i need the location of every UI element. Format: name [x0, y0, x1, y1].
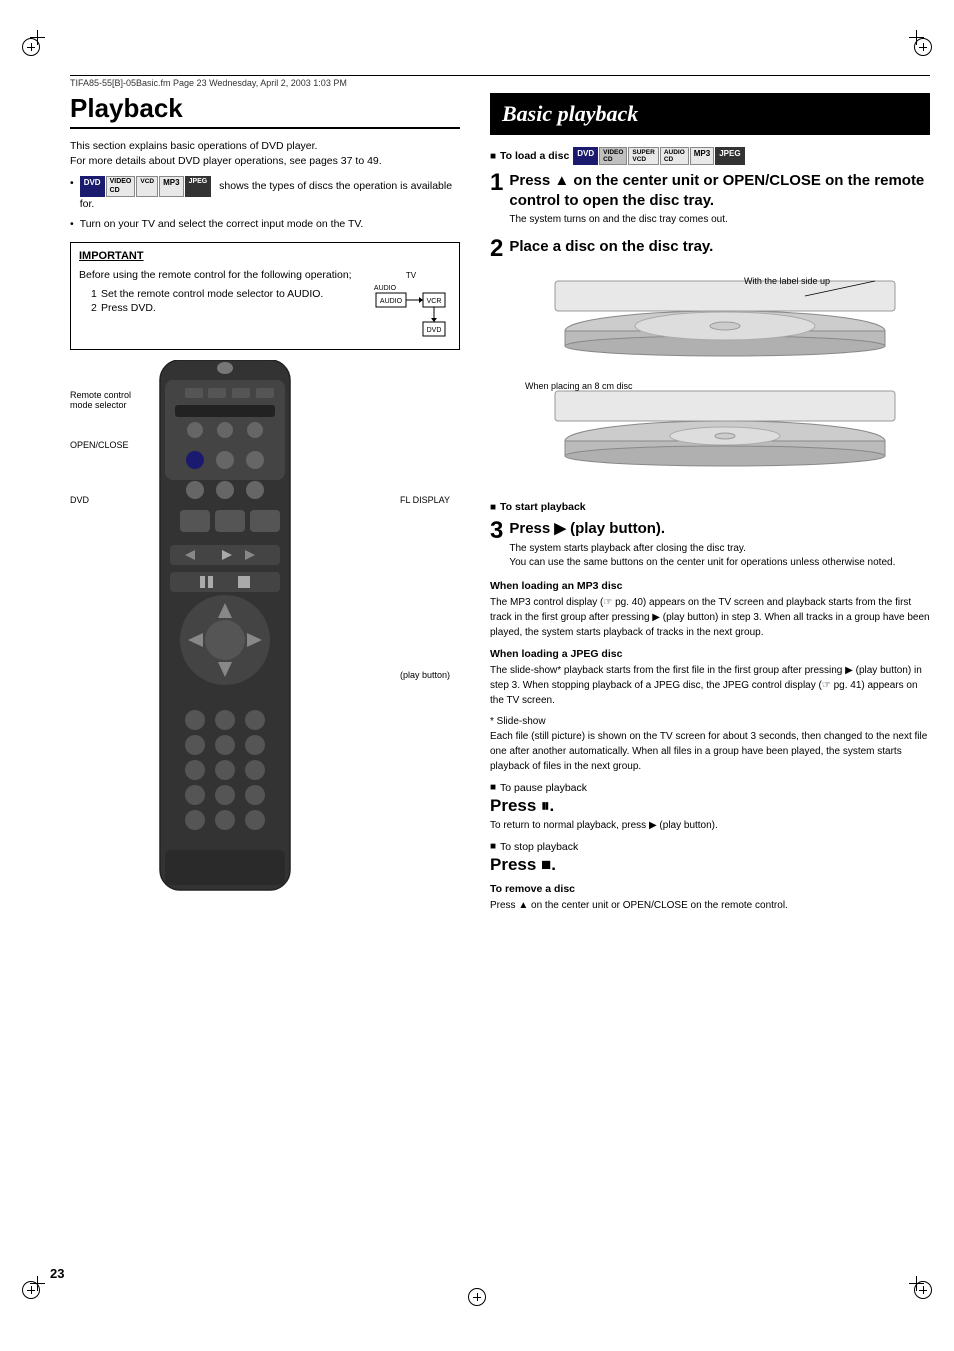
remove-section: To remove a disc Press ▲ on the center u…	[490, 883, 930, 913]
file-header: TIFA85-55[B]-05Basic.fm Page 23 Wednesda…	[70, 75, 930, 88]
important-diagram: TV AUDIO AUDIO VCR	[371, 268, 451, 343]
stop-bold: Press ■.	[490, 855, 930, 875]
step-2-title: Place a disc on the disc tray.	[509, 237, 930, 257]
remote-container: Remote controlmode selector OPEN/CLOSE D…	[70, 360, 460, 940]
disc-illustration: With the label side up	[490, 271, 930, 491]
reg-mark-bottom-center	[468, 1288, 486, 1306]
step-2-block: 2 Place a disc on the disc tray.	[490, 237, 930, 261]
label-fl-display: FL DISPLAY	[400, 495, 450, 505]
step-1-title: Press ▲ on the center unit or OPEN/CLOSE…	[509, 171, 930, 210]
step-1-content: Press ▲ on the center unit or OPEN/CLOSE…	[509, 171, 930, 227]
bullet-dot-2: •	[70, 217, 74, 232]
bullet-item-2: • Turn on your TV and select the correct…	[70, 217, 460, 232]
remove-header: To remove a disc	[490, 883, 930, 895]
load-disc-header: To load a disc DVD VIDEOCD SUPERVCD AUDI…	[490, 147, 930, 165]
badge-svcd-r: SUPERVCD	[628, 147, 658, 165]
label-mode-selector: Remote controlmode selector	[70, 390, 131, 410]
jpeg-text: The slide-show* playback starts from the…	[490, 663, 930, 708]
disc-badges-right: DVD VIDEOCD SUPERVCD AUDIOCD MP3 JPEG	[573, 147, 744, 165]
mp3-header: When loading an MP3 disc	[490, 580, 930, 592]
stop-header: To stop playback	[490, 841, 930, 853]
page-title: Playback	[70, 93, 460, 129]
label-play-button: (play button)	[400, 670, 450, 680]
reg-mark-tl	[22, 38, 40, 56]
intro-text-1: This section explains basic operations o…	[70, 139, 460, 168]
badge-dvd-r: DVD	[573, 147, 598, 165]
remove-text: Press ▲ on the center unit or OPEN/CLOSE…	[490, 898, 930, 913]
svg-text:VCR: VCR	[427, 298, 442, 305]
badge-vcd-r: VIDEOCD	[599, 147, 627, 165]
right-column: Basic playback To load a disc DVD VIDEOC…	[480, 93, 930, 940]
label-dvd: DVD	[70, 495, 89, 505]
jpeg-header: When loading a JPEG disc	[490, 648, 930, 660]
main-content: Playback This section explains basic ope…	[70, 93, 930, 940]
section-title: Basic playback	[490, 93, 930, 135]
disc-tray-svg: When placing an 8 cm disc	[495, 271, 925, 491]
badge-mp3-r: MP3	[690, 147, 714, 165]
step-3-content: Press ▶ (play button). The system starts…	[509, 519, 930, 570]
bullet-dot-1: •	[70, 176, 74, 191]
pause-desc: To return to normal playback, press ▶ (p…	[490, 819, 930, 833]
badge-audio-r: AUDIOCD	[660, 147, 689, 165]
mp3-text: The MP3 control display (☞ pg. 40) appea…	[490, 595, 930, 640]
badge-jpeg-small: JPEG	[185, 176, 212, 197]
badge-dvd: DVD	[80, 176, 105, 197]
step-3-desc1: The system starts playback after closing…	[509, 542, 930, 556]
step-1-desc: The system turns on and the disc tray co…	[509, 213, 930, 227]
badge-svcd: VCD	[136, 176, 158, 197]
reg-mark-bl	[22, 1281, 40, 1299]
slideshow-note: * Slide-show Each file (still picture) i…	[490, 714, 930, 774]
remote-control-svg	[130, 360, 350, 940]
important-steps: Set the remote control mode selector to …	[91, 287, 361, 316]
important-step-2: Press DVD.	[91, 301, 361, 316]
svg-text:AUDIO: AUDIO	[374, 285, 397, 292]
pause-header: To pause playback	[490, 782, 930, 794]
important-box: IMPORTANT Before using the remote contro…	[70, 242, 460, 350]
badge-cd: VIDEOCD	[106, 176, 136, 197]
important-step-1: Set the remote control mode selector to …	[91, 287, 361, 302]
svg-text:DVD: DVD	[427, 327, 442, 334]
page-container: TIFA85-55[B]-05Basic.fm Page 23 Wednesda…	[0, 0, 954, 1351]
stop-section: To stop playback Press ■.	[490, 841, 930, 875]
badge-mp3-small: MP3	[159, 176, 183, 197]
badge-jpeg-r: JPEG	[715, 147, 744, 165]
important-title: IMPORTANT	[79, 249, 451, 264]
start-playback-header: To start playback	[490, 501, 930, 513]
important-intro: Before using the remote control for the …	[79, 268, 361, 283]
disc-badges-1: DVD VIDEOCD VCD MP3 JPEG	[80, 176, 212, 197]
step-2-content: Place a disc on the disc tray.	[509, 237, 930, 260]
important-text: Before using the remote control for the …	[79, 268, 361, 343]
page-number: 23	[50, 1266, 64, 1281]
step-3-block: 3 Press ▶ (play button). The system star…	[490, 519, 930, 570]
tv-vcr-diagram-svg: TV AUDIO AUDIO VCR	[371, 268, 451, 338]
step-3-title: Press ▶ (play button).	[509, 519, 930, 539]
step-1-block: 1 Press ▲ on the center unit or OPEN/CLO…	[490, 171, 930, 227]
step-1-number: 1	[490, 171, 503, 195]
label-open-close: OPEN/CLOSE	[70, 440, 129, 450]
step-3-desc2: You can use the same buttons on the cent…	[509, 556, 930, 570]
svg-text:AUDIO: AUDIO	[380, 298, 403, 305]
reg-mark-tr	[914, 38, 932, 56]
important-content: Before using the remote control for the …	[79, 268, 451, 343]
reg-mark-br	[914, 1281, 932, 1299]
bullet-item-1: • DVD VIDEOCD VCD MP3 JPEG shows the typ…	[70, 176, 460, 211]
pause-section: To pause playback Press ⏸. To return to …	[490, 782, 930, 833]
pause-bold: Press ⏸.	[490, 796, 930, 816]
label-side-up: With the label side up	[744, 276, 830, 286]
label-8cm: When placing an 8 cm disc	[525, 381, 633, 391]
step-2-number: 2	[490, 237, 503, 261]
left-column: Playback This section explains basic ope…	[70, 93, 480, 940]
svg-text:TV: TV	[406, 271, 417, 280]
step-3-number: 3	[490, 519, 503, 543]
